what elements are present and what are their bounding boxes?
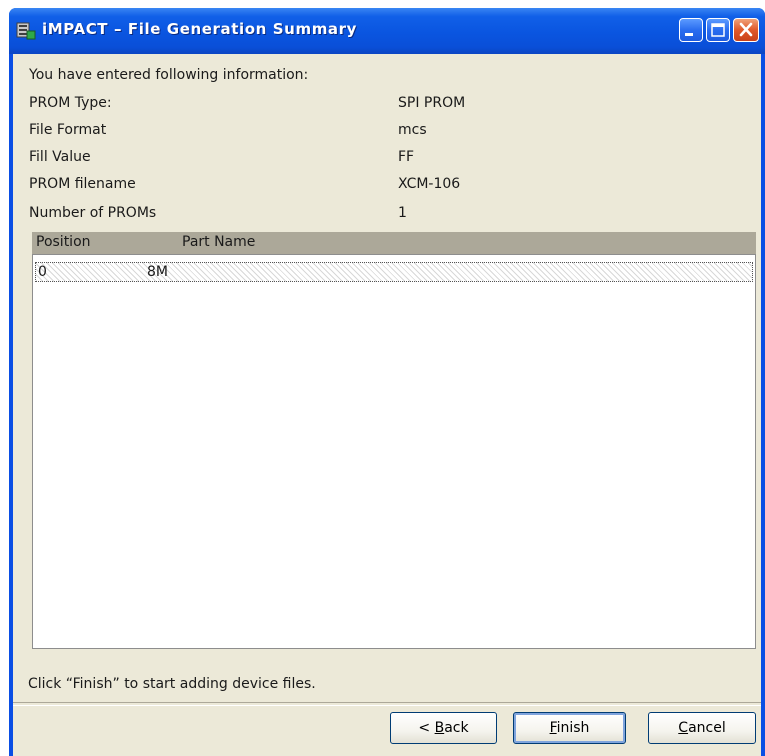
window-title: iMPACT – File Generation Summary [42,20,358,38]
prom-filename-value: XCM-106 [398,176,461,192]
finish-button-mnemonic: F [549,720,557,736]
table-header: Position Part Name [32,232,756,254]
column-header-part-name[interactable]: Part Name [182,234,255,250]
device-table[interactable]: 0 8M [32,254,756,649]
button-separator [13,702,761,706]
table-row[interactable]: 0 8M [35,262,753,282]
finish-button[interactable]: Finish [513,712,626,744]
maximize-button[interactable] [706,18,730,42]
dialog-window: iMPACT – File Generation Summary You hav… [9,8,765,756]
number-of-proms-value: 1 [398,205,407,221]
close-icon [739,22,753,37]
back-button[interactable]: < Back [390,712,497,744]
file-format-label: File Format [29,122,107,138]
dialog-client-area: You have entered following information: … [13,54,761,756]
cancel-button-label: ancel [688,720,726,736]
maximize-icon [711,23,725,37]
back-button-mnemonic: B [434,720,445,736]
minimize-icon [685,33,693,36]
finish-button-label: inish [556,720,590,736]
row-position-cell: 0 [38,264,47,280]
column-header-position[interactable]: Position [36,234,91,250]
impact-app-icon [16,22,36,40]
minimize-button[interactable] [679,18,703,42]
cancel-button-mnemonic: C [678,720,689,736]
number-of-proms-label: Number of PROMs [29,205,157,221]
back-button-prefix: < [418,720,435,736]
file-format-value: mcs [398,122,427,138]
back-button-label: ack [444,720,469,736]
prom-filename-label: PROM filename [29,176,136,192]
fill-value-label: Fill Value [29,149,91,165]
finish-hint-text: Click “Finish” to start adding device fi… [28,676,316,692]
prom-type-label: PROM Type: [29,95,112,111]
fill-value-value: FF [398,149,415,165]
row-part-name-cell: 8M [147,264,168,280]
intro-text: You have entered following information: [29,67,309,83]
close-button[interactable] [733,18,759,42]
cancel-button[interactable]: Cancel [648,712,756,744]
title-bar[interactable]: iMPACT – File Generation Summary [9,8,765,54]
prom-type-value: SPI PROM [398,95,466,111]
